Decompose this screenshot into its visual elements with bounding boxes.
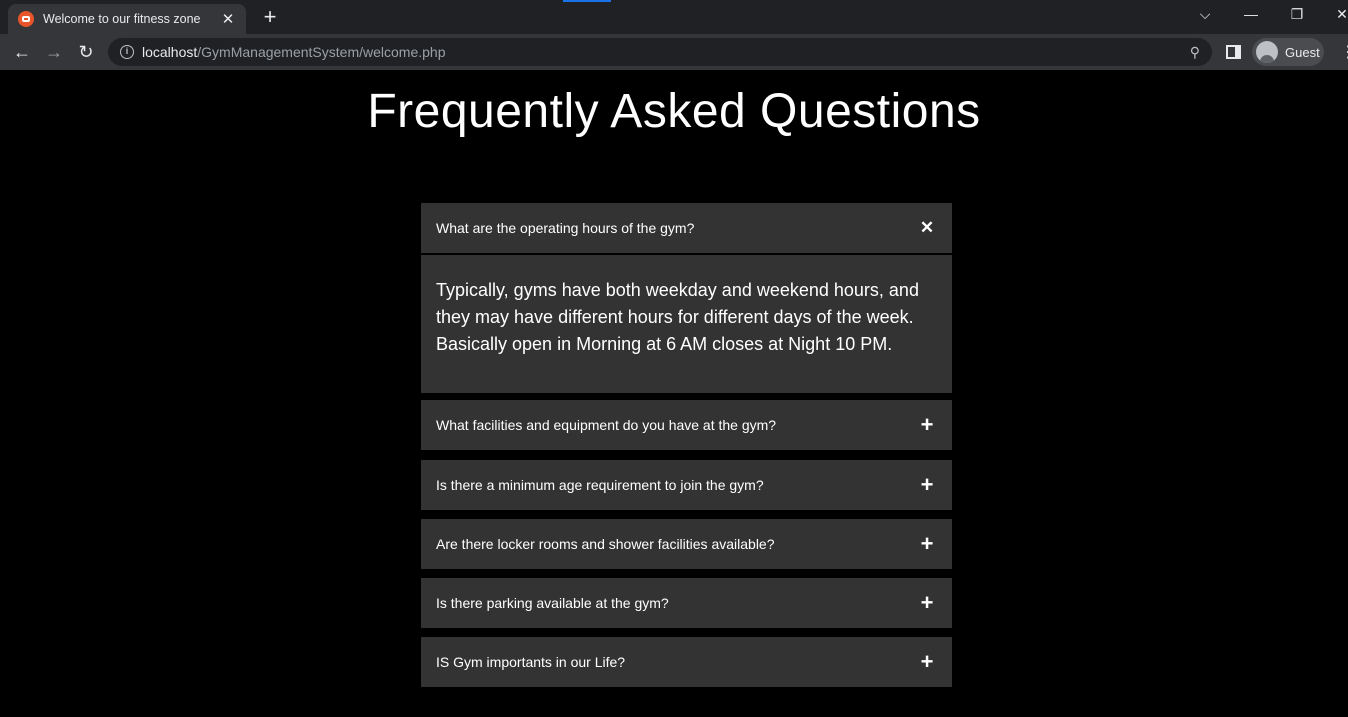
plus-icon[interactable]: + bbox=[916, 474, 938, 496]
faq-question[interactable]: IS Gym importants in our Life? + bbox=[421, 637, 952, 687]
faq-item-2[interactable]: What facilities and equipment do you hav… bbox=[421, 400, 952, 450]
faq-item-5[interactable]: Is there parking available at the gym? + bbox=[421, 578, 952, 628]
plus-icon[interactable]: + bbox=[916, 592, 938, 614]
browser-tab[interactable]: Welcome to our fitness zone ✕ bbox=[8, 4, 246, 34]
tab-title: Welcome to our fitness zone bbox=[43, 12, 201, 26]
plus-icon[interactable]: + bbox=[916, 533, 938, 555]
avatar bbox=[1256, 41, 1278, 63]
profile-button[interactable]: Guest bbox=[1252, 38, 1324, 66]
profile-label: Guest bbox=[1285, 44, 1320, 60]
tab-search-icon[interactable]: ⌵ bbox=[1195, 6, 1215, 23]
tab-close-icon[interactable]: ✕ bbox=[220, 10, 236, 28]
restore-icon[interactable]: ❐ bbox=[1287, 6, 1307, 23]
faq-question-text: Is there a minimum age requirement to jo… bbox=[436, 477, 764, 493]
reload-icon[interactable]: ↻ bbox=[73, 39, 99, 65]
faq-question[interactable]: Is there a minimum age requirement to jo… bbox=[421, 460, 952, 510]
faq-question[interactable]: What are the operating hours of the gym?… bbox=[421, 203, 952, 253]
faq-question[interactable]: What facilities and equipment do you hav… bbox=[421, 400, 952, 450]
back-icon[interactable]: ← bbox=[9, 39, 35, 65]
forward-icon[interactable]: → bbox=[41, 39, 67, 65]
faq-item-6[interactable]: IS Gym importants in our Life? + bbox=[421, 637, 952, 687]
address-bar[interactable]: i localhost/GymManagementSystem/welcome.… bbox=[108, 38, 1212, 66]
plus-icon[interactable]: + bbox=[916, 414, 938, 436]
faq-item-3[interactable]: Is there a minimum age requirement to jo… bbox=[421, 460, 952, 510]
faq-answer: Typically, gyms have both weekday and we… bbox=[421, 255, 952, 393]
faq-question-text: Are there locker rooms and shower facili… bbox=[436, 536, 775, 552]
faq-question-text: IS Gym importants in our Life? bbox=[436, 654, 626, 670]
plus-icon[interactable]: + bbox=[916, 651, 938, 673]
faq-question-text: What facilities and equipment do you hav… bbox=[436, 417, 777, 433]
menu-icon[interactable]: ⋮ bbox=[1340, 42, 1348, 62]
browser-toolbar: ← → ↻ i localhost/GymManagementSystem/we… bbox=[0, 34, 1348, 70]
new-tab-button[interactable]: + bbox=[259, 6, 281, 28]
side-panel-icon[interactable] bbox=[1226, 45, 1241, 59]
faq-item-1[interactable]: What are the operating hours of the gym?… bbox=[421, 203, 952, 253]
favicon-icon bbox=[18, 11, 34, 27]
faq-question-text: What are the operating hours of the gym? bbox=[436, 220, 695, 236]
page-content: Frequently Asked Questions What are the … bbox=[0, 70, 1348, 717]
url-host: localhost bbox=[142, 44, 198, 60]
faq-question-text: Is there parking available at the gym? bbox=[436, 595, 669, 611]
window-close-icon[interactable]: ✕ bbox=[1332, 6, 1348, 23]
faq-question[interactable]: Are there locker rooms and shower facili… bbox=[421, 519, 952, 569]
url-path: /GymManagementSystem/welcome.php bbox=[197, 44, 446, 60]
minimize-icon[interactable]: — bbox=[1241, 6, 1261, 22]
page-title: Frequently Asked Questions bbox=[367, 85, 981, 138]
close-icon[interactable]: ✕ bbox=[916, 217, 938, 239]
site-info-icon[interactable]: i bbox=[120, 45, 134, 59]
tabstrip-indicator bbox=[563, 0, 611, 2]
faq-item-4[interactable]: Are there locker rooms and shower facili… bbox=[421, 519, 952, 569]
zoom-icon[interactable]: ⚲ bbox=[1190, 44, 1200, 61]
browser-tabstrip: Welcome to our fitness zone ✕ + ⌵ — ❐ ✕ bbox=[0, 0, 1348, 34]
faq-question[interactable]: Is there parking available at the gym? + bbox=[421, 578, 952, 628]
